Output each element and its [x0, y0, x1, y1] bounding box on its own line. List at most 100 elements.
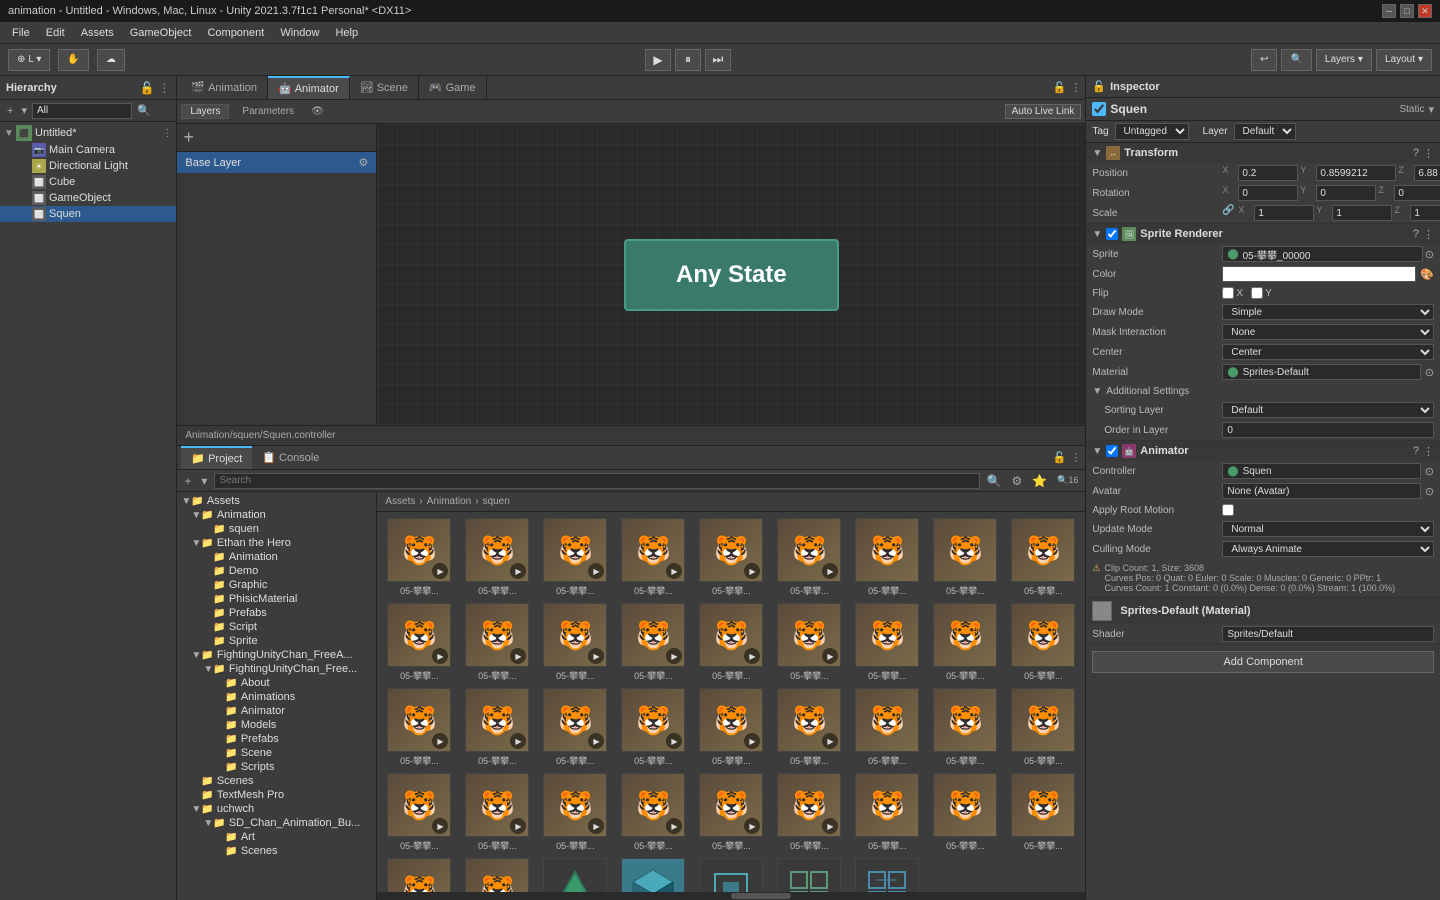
hand-tool-button[interactable]: ✋	[58, 49, 88, 71]
list-item[interactable]: 🐯05-攀攀...	[849, 686, 925, 769]
tree-textmesh[interactable]: 📁 TextMesh Pro	[177, 788, 376, 802]
culling-mode-dropdown[interactable]: Always Animate	[1222, 541, 1434, 557]
tree-sprite[interactable]: 📁 Sprite	[177, 634, 376, 648]
add-layer-button[interactable]: +	[183, 127, 194, 148]
any-state-node[interactable]: Any State	[624, 239, 839, 311]
tab-scene[interactable]: 🏞 Scene	[350, 76, 419, 99]
layer-dropdown[interactable]: Default	[1234, 123, 1296, 140]
hierarchy-item-main-camera[interactable]: 📷 Main Camera	[0, 142, 176, 158]
animator-comp-header[interactable]: ▼ 🤖 Animator ? ⋮	[1086, 441, 1440, 461]
hierarchy-item-untitled[interactable]: ▼ ⬛ Untitled* ⋮	[0, 124, 176, 142]
hierarchy-search-icon[interactable]: 🔍	[134, 104, 154, 117]
additional-settings-row[interactable]: ▼ Additional Settings	[1086, 382, 1440, 400]
hierarchy-search-input[interactable]	[32, 103, 132, 119]
hierarchy-filter-icon[interactable]: ▾	[18, 104, 30, 117]
menu-help[interactable]: Help	[327, 25, 366, 41]
breadcrumb-animation[interactable]: Animation	[427, 496, 471, 507]
minimize-button[interactable]: ─	[1382, 4, 1396, 18]
tree-script[interactable]: 📁 Script	[177, 620, 376, 634]
color-picker[interactable]	[1222, 266, 1416, 282]
tree-ethan[interactable]: ▼ 📁 Ethan the Hero	[177, 536, 376, 550]
tree-animation[interactable]: ▼ 📁 Animation	[177, 508, 376, 522]
tree-prefabs2[interactable]: 📁 Prefabs	[177, 732, 376, 746]
maximize-button[interactable]: □	[1400, 4, 1414, 18]
tree-sdchan[interactable]: ▼ 📁 SD_Chan_Animation_Bu...	[177, 816, 376, 830]
hierarchy-item-squen[interactable]: ⬜ Squen	[0, 206, 176, 222]
layers-dropdown[interactable]: Layers ▾	[1316, 49, 1372, 71]
tree-fighting[interactable]: ▼ 📁 FightingUnityChan_FreeA...	[177, 648, 376, 662]
flip-y-checkbox[interactable]	[1251, 287, 1263, 299]
asset-sprite-5[interactable]: 🐯 ▶ 05-攀攀...	[693, 516, 769, 599]
hierarchy-item-cube[interactable]: ⬜ Cube	[0, 174, 176, 190]
list-item[interactable]: 🐯▶05-攀攀...	[615, 771, 691, 854]
tree-about[interactable]: 📁 About	[177, 676, 376, 690]
menu-edit[interactable]: Edit	[38, 25, 73, 41]
menu-window[interactable]: Window	[272, 25, 327, 41]
panel-menu-icon[interactable]: ⋮	[1070, 81, 1081, 94]
tree-scripts[interactable]: 📁 Scripts	[177, 760, 376, 774]
list-item[interactable]: 🐯05-攀攀...	[1005, 686, 1081, 769]
asset-gameobj[interactable]: GameOb...	[771, 856, 847, 892]
avatar-picker-icon[interactable]: ⊙	[1425, 485, 1434, 498]
inspector-lock-icon[interactable]: 🔓	[1092, 80, 1106, 93]
list-item[interactable]: 🐯▶05-攀攀...	[771, 601, 847, 684]
object-active-checkbox[interactable]	[1092, 102, 1106, 116]
menu-component[interactable]: Component	[199, 25, 272, 41]
tree-uchwch[interactable]: ▼ 📁 uchwch	[177, 802, 376, 816]
list-item[interactable]: 🐯▶05-攀攀...	[537, 771, 613, 854]
position-z-input[interactable]	[1414, 165, 1440, 181]
menu-assets[interactable]: Assets	[73, 25, 122, 41]
close-button[interactable]: ✕	[1418, 4, 1432, 18]
layout-dropdown[interactable]: Layout ▾	[1376, 49, 1432, 71]
parameters-tab[interactable]: Parameters	[233, 104, 303, 119]
tree-fighting2[interactable]: ▼ 📁 FightingUnityChan_Free...	[177, 662, 376, 676]
filter2-icon[interactable]: ⚙	[1008, 474, 1025, 488]
tree-squen[interactable]: 📁 squen	[177, 522, 376, 536]
breadcrumb-assets[interactable]: Assets	[385, 496, 415, 507]
color-icon[interactable]: 🎨	[1420, 268, 1434, 281]
tree-art[interactable]: 📁 Art	[177, 830, 376, 844]
layers-tab[interactable]: Layers	[181, 104, 229, 119]
hierarchy-item-directional-light[interactable]: ☀ Directional Light	[0, 158, 176, 174]
add-component-button[interactable]: Add Component	[1092, 651, 1434, 673]
list-item[interactable]: 🐯▶05-攀攀...	[459, 856, 535, 892]
tab-game[interactable]: 🎮 Game	[419, 76, 487, 99]
scale-z-input[interactable]	[1410, 205, 1440, 221]
eye-filter-icon[interactable]: ⭐	[1029, 474, 1050, 488]
pause-button[interactable]: ⏸	[675, 49, 701, 71]
tree-models[interactable]: 📁 Models	[177, 718, 376, 732]
animator-help-icon[interactable]: ?	[1413, 445, 1419, 458]
material-comp-header[interactable]: Sprites-Default (Material)	[1086, 598, 1440, 624]
animator-enabled[interactable]	[1106, 445, 1118, 457]
list-item[interactable]: 🐯▶05-攀攀...	[381, 601, 457, 684]
scale-y-input[interactable]	[1332, 205, 1392, 221]
asset-squen-ctrl[interactable]: Squen	[849, 856, 925, 892]
scrollbar-thumb[interactable]	[731, 893, 791, 899]
list-item[interactable]: 🐯▶05-攀攀...	[381, 856, 457, 892]
list-item[interactable]: 🐯05-攀攀...	[927, 601, 1003, 684]
rotation-y-input[interactable]	[1316, 185, 1376, 201]
tab-animator[interactable]: 🤖 Animator	[268, 76, 350, 99]
list-item[interactable]: 🐯05-攀攀...	[1005, 601, 1081, 684]
list-item[interactable]: 🐯▶05-攀攀...	[771, 686, 847, 769]
asset-sprite-4[interactable]: 🐯 ▶ 05-攀攀...	[615, 516, 691, 599]
undo-button[interactable]: ↩	[1251, 49, 1277, 71]
horizontal-scrollbar[interactable]	[377, 892, 1085, 900]
hierarchy-lock-icon[interactable]: 🔓	[139, 81, 154, 95]
mask-dropdown[interactable]: None	[1222, 324, 1434, 340]
hierarchy-item-gameobject[interactable]: ⬜ GameObject	[0, 190, 176, 206]
tab-project[interactable]: 📁 Project	[181, 446, 252, 469]
order-in-layer-input[interactable]	[1222, 422, 1434, 438]
asset-sprite-8[interactable]: 🐯 05-攀攀...	[927, 516, 1003, 599]
filter-icon[interactable]: ▾	[198, 474, 210, 488]
list-item[interactable]: 🐯05-攀攀...	[927, 771, 1003, 854]
panel-lock-icon[interactable]: 🔓	[1053, 81, 1067, 94]
animator-more-icon[interactable]: ⋮	[1423, 445, 1434, 458]
hierarchy-add-button[interactable]: +	[4, 105, 16, 117]
sprite-renderer-enabled[interactable]	[1106, 228, 1118, 240]
asset-sprite-9[interactable]: 🐯 05-攀攀...	[1005, 516, 1081, 599]
list-item[interactable]: 🐯▶05-攀攀...	[693, 601, 769, 684]
tree-animations[interactable]: 📁 Animations	[177, 690, 376, 704]
draw-mode-dropdown[interactable]: Simple	[1222, 304, 1434, 320]
step-button[interactable]: ⏭	[705, 49, 731, 71]
